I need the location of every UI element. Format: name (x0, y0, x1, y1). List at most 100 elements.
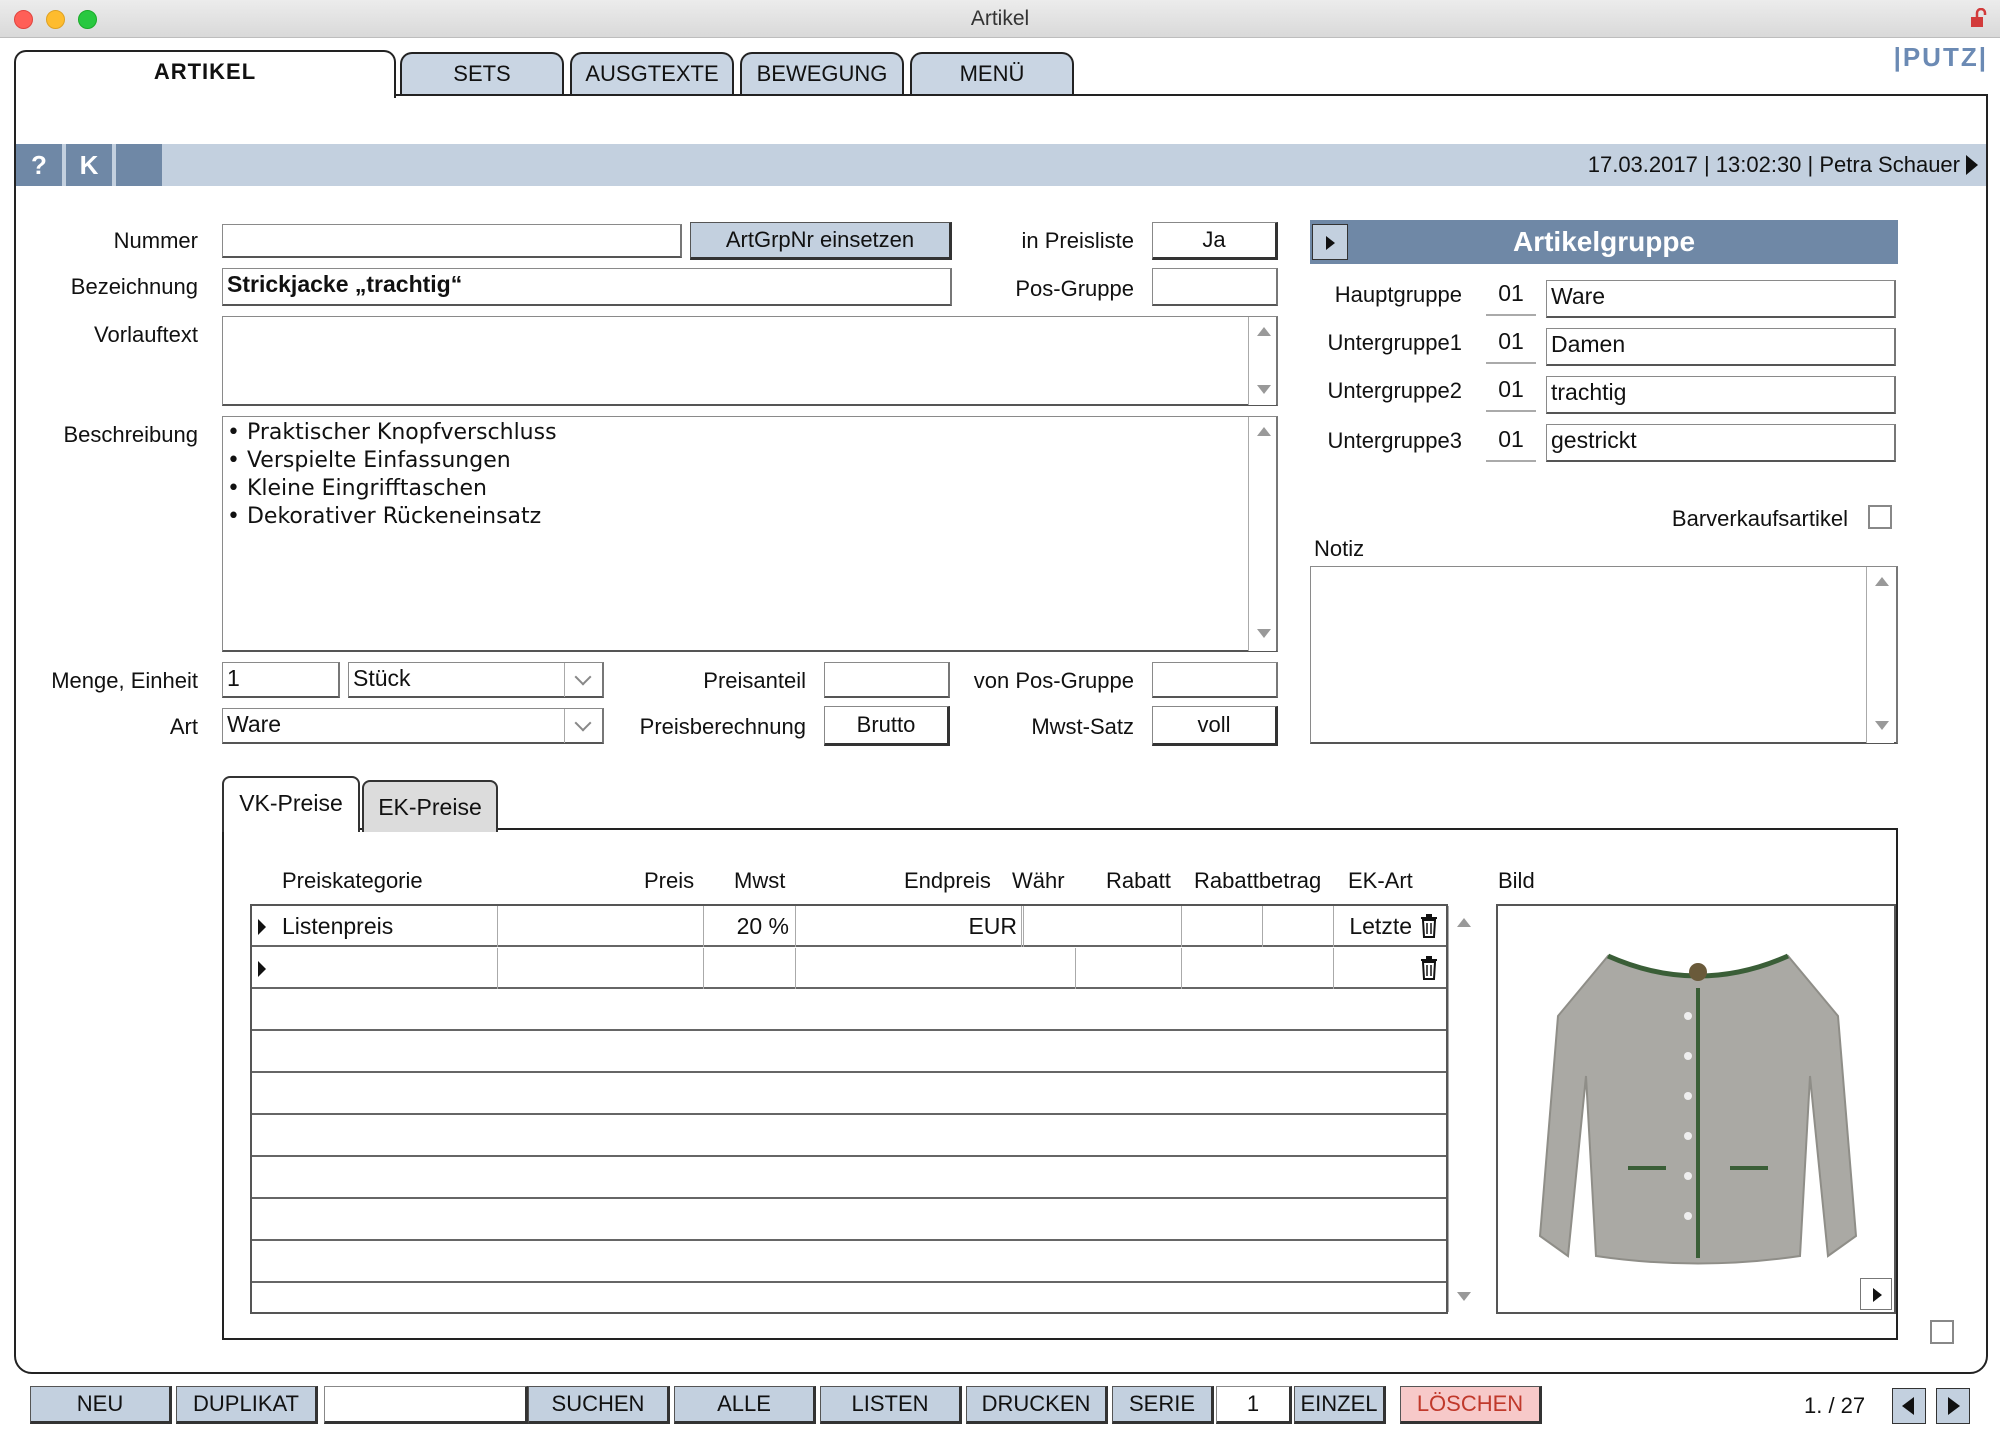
subtab-ek-preise[interactable]: EK-Preise (362, 780, 498, 832)
table-row[interactable] (252, 948, 1446, 989)
cell-preis[interactable] (498, 948, 704, 989)
drucken-button[interactable]: DRUCKEN (966, 1386, 1108, 1424)
table-row[interactable] (252, 1200, 1446, 1241)
untergruppe3-input[interactable]: gestrickt (1546, 424, 1896, 462)
in-preisliste-toggle[interactable]: Ja (1152, 222, 1278, 260)
beschreibung-textarea[interactable]: • Praktischer Knopfverschluss • Verspiel… (222, 416, 1278, 652)
chevron-down-icon[interactable] (564, 709, 602, 743)
col-rabatt: Rabatt (1106, 868, 1171, 893)
artikelgruppe-expand-button[interactable] (1312, 224, 1348, 260)
table-row[interactable]: Listenpreis 20 % EUR Letzte (252, 906, 1446, 947)
cell-mwst[interactable] (704, 948, 796, 989)
beschreibung-scrollbar[interactable] (1248, 417, 1276, 651)
price-grid: Listenpreis 20 % EUR Letzte (250, 904, 1478, 1314)
search-input[interactable] (324, 1386, 528, 1424)
k-button[interactable]: K (66, 144, 114, 186)
untergruppe2-code[interactable]: 01 (1486, 376, 1536, 412)
table-row[interactable] (252, 990, 1446, 1031)
subtab-vk-preise[interactable]: VK-Preise (222, 776, 360, 832)
listen-button[interactable]: LISTEN (820, 1386, 962, 1424)
previous-record-button[interactable] (1892, 1388, 1926, 1424)
table-row[interactable] (252, 1158, 1446, 1199)
tab-menu[interactable]: MENÜ (910, 52, 1074, 94)
untergruppe2-input[interactable]: trachtig (1546, 376, 1896, 414)
datetime-user: 17.03.2017 | 13:02:30 | Petra Schauer (1587, 152, 1960, 177)
hauptgruppe-code[interactable]: 01 (1486, 280, 1536, 316)
pos-gruppe-input[interactable] (1152, 268, 1278, 306)
von-pos-gruppe-label: von Pos-Gruppe (973, 668, 1134, 693)
loeschen-button[interactable]: LÖSCHEN (1400, 1386, 1542, 1424)
putz-logo: |PUTZ| (1893, 42, 1988, 72)
table-row[interactable] (252, 1032, 1446, 1073)
untergruppe1-code[interactable]: 01 (1486, 328, 1536, 364)
cell-mwst[interactable]: 20 % (704, 906, 796, 947)
scroll-down-icon[interactable] (1875, 721, 1889, 730)
table-row[interactable] (252, 1074, 1446, 1115)
duplikat-button[interactable]: DUPLIKAT (176, 1386, 318, 1424)
einzel-button[interactable]: EINZEL (1294, 1386, 1386, 1424)
art-select[interactable]: Ware (222, 708, 604, 744)
serie-input[interactable]: 1 (1216, 1386, 1292, 1424)
bezeichnung-label: Bezeichnung (70, 274, 198, 299)
vorlauftext-scrollbar[interactable] (1248, 317, 1276, 405)
grid-scrollbar[interactable] (1448, 906, 1478, 1312)
trash-icon[interactable] (1420, 914, 1438, 938)
table-row[interactable] (252, 1242, 1446, 1283)
blank-toolbar-button[interactable] (116, 144, 164, 186)
tab-sets[interactable]: SETS (400, 52, 564, 94)
artgrpnr-einsetzen-button[interactable]: ArtGrpNr einsetzen (690, 222, 952, 260)
mwst-satz-toggle[interactable]: voll (1152, 706, 1278, 746)
scroll-down-icon[interactable] (1257, 385, 1271, 394)
row-marker-icon[interactable] (258, 919, 266, 935)
image-next-button[interactable] (1860, 1278, 1892, 1310)
table-row[interactable] (252, 1116, 1446, 1157)
scroll-up-icon[interactable] (1875, 577, 1889, 586)
play-arrow-icon[interactable] (1966, 155, 1978, 175)
cell-kategorie[interactable] (276, 948, 498, 989)
scroll-up-icon[interactable] (1257, 427, 1271, 436)
help-button[interactable]: ? (16, 144, 64, 186)
unlock-icon[interactable] (1968, 8, 1988, 28)
notiz-scrollbar[interactable] (1866, 567, 1894, 743)
cell-rabatt[interactable] (1076, 906, 1182, 947)
next-record-button[interactable] (1936, 1388, 1970, 1424)
article-image-box[interactable] (1496, 904, 1896, 1314)
von-pos-gruppe-input[interactable] (1152, 662, 1278, 698)
cell-waehr[interactable]: EUR (932, 906, 1024, 947)
cell-preis[interactable] (498, 906, 704, 947)
nummer-input[interactable] (222, 224, 682, 258)
tab-ausgtexte[interactable]: AUSGTEXTE (570, 52, 734, 94)
cell-rabatt[interactable] (1076, 948, 1182, 989)
scroll-up-icon[interactable] (1457, 918, 1471, 927)
vorlauftext-textarea[interactable] (222, 316, 1278, 406)
alle-button[interactable]: ALLE (674, 1386, 816, 1424)
beschreibung-line: • Praktischer Knopfverschluss (227, 420, 557, 445)
untergruppe3-code[interactable]: 01 (1486, 426, 1536, 462)
record-checkbox[interactable] (1930, 1320, 1954, 1344)
row-marker-icon[interactable] (258, 961, 266, 977)
chevron-down-icon[interactable] (564, 663, 602, 697)
trash-icon[interactable] (1420, 956, 1438, 980)
bezeichnung-input[interactable]: Strickjacke „trachtig“ (222, 268, 952, 306)
suchen-button[interactable]: SUCHEN (528, 1386, 670, 1424)
menge-input[interactable]: 1 (222, 662, 340, 698)
cell-rabattbetrag[interactable] (1182, 906, 1334, 947)
vorlauftext-label: Vorlauftext (94, 322, 198, 347)
cell-rabattbetrag[interactable] (1182, 948, 1334, 989)
notiz-textarea[interactable] (1310, 566, 1898, 744)
hauptgruppe-input[interactable]: Ware (1546, 280, 1896, 318)
serie-button[interactable]: SERIE (1112, 1386, 1214, 1424)
cell-endpreis[interactable] (796, 948, 1076, 989)
tab-bewegung[interactable]: BEWEGUNG (740, 52, 904, 94)
untergruppe1-input[interactable]: Damen (1546, 328, 1896, 366)
barverkaufsartikel-checkbox[interactable] (1868, 505, 1892, 529)
cell-kategorie[interactable]: Listenpreis (276, 906, 498, 947)
scroll-down-icon[interactable] (1257, 629, 1271, 638)
preisanteil-input[interactable] (824, 662, 950, 698)
cell-ek-art[interactable]: Letzte (1334, 906, 1418, 947)
tab-artikel[interactable]: ARTIKEL (14, 50, 396, 98)
scroll-down-icon[interactable] (1457, 1292, 1471, 1301)
neu-button[interactable]: NEU (30, 1386, 172, 1424)
scroll-up-icon[interactable] (1257, 327, 1271, 336)
preisberechnung-toggle[interactable]: Brutto (824, 706, 950, 746)
